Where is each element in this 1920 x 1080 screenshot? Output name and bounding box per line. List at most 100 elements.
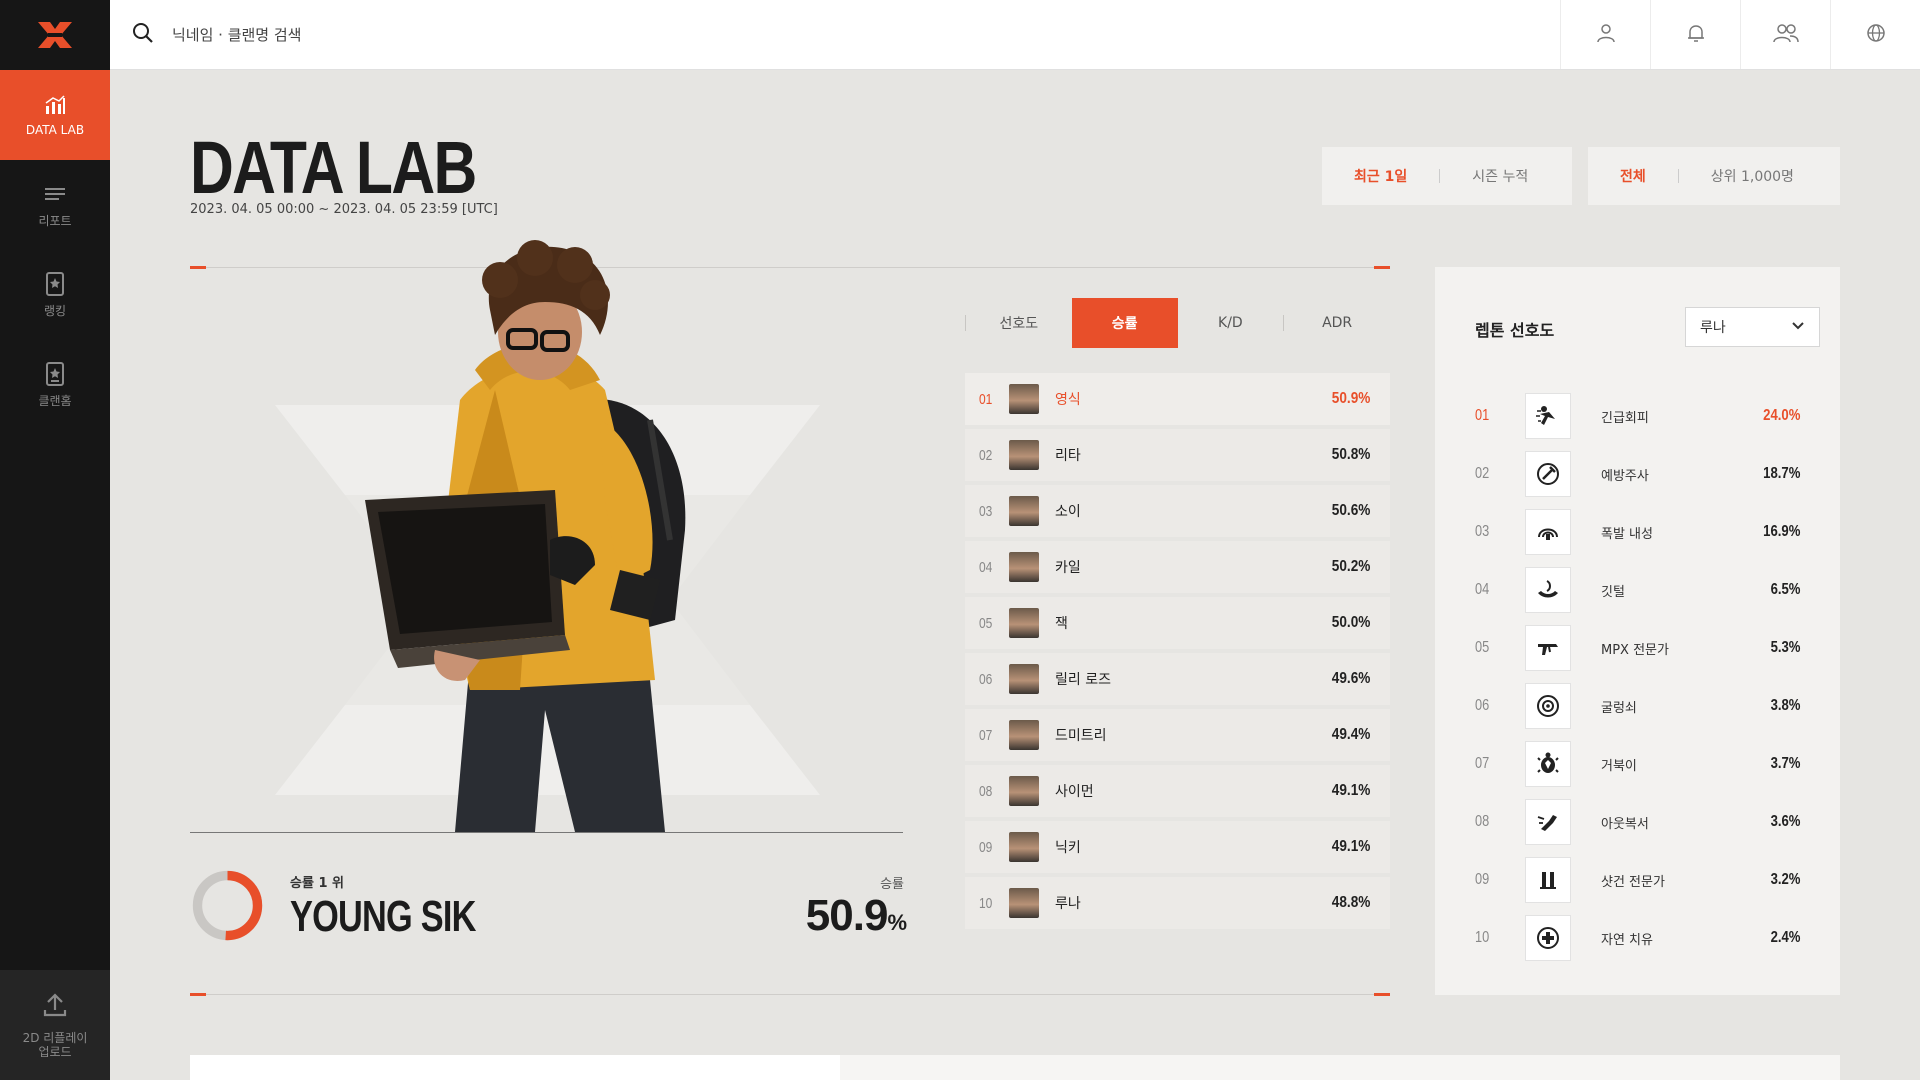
sidebar-item-datalab[interactable]: DATA LAB xyxy=(0,70,110,160)
filter-top-1000[interactable]: 상위 1,000명 xyxy=(1679,166,1826,186)
perk-value: 3.6% xyxy=(1770,813,1800,830)
list-item[interactable]: 07 드미트리 49.4% xyxy=(965,709,1390,761)
character-name: 루나 xyxy=(1055,896,1081,912)
notifications-button[interactable] xyxy=(1650,0,1740,69)
tab-preference[interactable]: 선호도 xyxy=(966,298,1072,348)
list-item[interactable]: 03 폭발 내성 16.9% xyxy=(1475,503,1800,561)
list-item[interactable]: 05 잭 50.0% xyxy=(965,597,1390,649)
list-item[interactable]: 06 릴리 로즈 49.6% xyxy=(965,653,1390,705)
list-item[interactable]: 04 카일 50.2% xyxy=(965,541,1390,593)
brand-logo[interactable] xyxy=(0,0,110,70)
page-title: DATA LAB xyxy=(190,126,477,209)
avatar xyxy=(1009,552,1039,582)
avatar xyxy=(1009,496,1039,526)
rank-number: 01 xyxy=(1475,407,1490,424)
list-item[interactable]: 04 깃털 6.5% xyxy=(1475,561,1800,619)
sidebar-item-label: DATA LAB xyxy=(25,123,85,137)
rank-number: 10 xyxy=(979,894,993,912)
rank-value: 50.9% xyxy=(1331,390,1370,407)
top-bar xyxy=(110,0,1920,70)
character-name: 사이먼 xyxy=(1055,784,1094,800)
filter-all[interactable]: 전체 xyxy=(1588,166,1678,186)
avatar xyxy=(1009,832,1039,862)
heal-icon xyxy=(1525,915,1571,961)
character-name: 영식 xyxy=(1055,392,1081,408)
character-name: 닉키 xyxy=(1055,840,1081,856)
list-item[interactable]: 08 사이먼 49.1% xyxy=(965,765,1390,817)
ranking-icon xyxy=(43,271,67,296)
list-item[interactable]: 09 샷건 전문가 3.2% xyxy=(1475,851,1800,909)
rank-value: 49.4% xyxy=(1331,726,1370,743)
avatar xyxy=(1009,608,1039,638)
rank-number: 02 xyxy=(979,446,993,464)
date-range: 2023. 04. 05 00:00 ~ 2023. 04. 05 23:59 … xyxy=(190,202,498,217)
rank-number: 08 xyxy=(1475,813,1490,830)
hero-baseline xyxy=(190,832,903,833)
avatar xyxy=(1009,664,1039,694)
list-item[interactable]: 03 소이 50.6% xyxy=(965,485,1390,537)
character-illustration xyxy=(365,240,686,832)
avatar xyxy=(1009,384,1039,414)
search-input[interactable] xyxy=(172,25,572,44)
stat-tabs: 선호도 승률 K/D ADR xyxy=(965,298,1390,348)
corner-mark xyxy=(1374,266,1390,269)
sidebar-item-report[interactable]: 리포트 xyxy=(0,160,110,250)
perk-name: 긴급회피 xyxy=(1601,410,1649,426)
sidebar: DATA LAB 리포트 랭킹 클랜홈 2D 리플레이 업로드 xyxy=(0,0,110,1080)
list-item[interactable]: 05 MPX 전문가 5.3% xyxy=(1475,619,1800,677)
profile-button[interactable] xyxy=(1560,0,1650,69)
vaccine-icon xyxy=(1525,451,1571,497)
clan-icon xyxy=(43,361,67,386)
sidebar-item-label: 클랜홈 xyxy=(38,393,72,408)
filter-season-total[interactable]: 시즌 누적 xyxy=(1440,166,1560,186)
sidebar-item-label: 랭킹 xyxy=(43,303,67,318)
list-item[interactable]: 06 굴렁쇠 3.8% xyxy=(1475,677,1800,735)
perk-value: 24.0% xyxy=(1762,407,1800,424)
character-ranking-list: 01 영식 50.9% 02 리타 50.8% 03 소이 50.6% 04 카… xyxy=(965,373,1390,933)
next-section-card xyxy=(190,1055,1840,1080)
perk-value: 3.8% xyxy=(1770,697,1800,714)
replay-upload-button[interactable]: 2D 리플레이 업로드 xyxy=(0,970,110,1080)
avatar xyxy=(1009,776,1039,806)
avatar xyxy=(1009,720,1039,750)
sidebar-item-ranking[interactable]: 랭킹 xyxy=(0,250,110,340)
rank-value: 50.2% xyxy=(1331,558,1370,575)
rank-number: 10 xyxy=(1475,929,1490,946)
tab-adr[interactable]: ADR xyxy=(1284,298,1390,348)
perk-value: 3.2% xyxy=(1770,871,1800,888)
avatar xyxy=(1009,888,1039,918)
perk-name: 자연 치유 xyxy=(1601,932,1653,948)
win-rate-value: 50.9% xyxy=(800,891,907,941)
list-item[interactable]: 01 긴급회피 24.0% xyxy=(1475,387,1800,445)
perk-preference-panel: 렙톤 선호도 루나 01 긴급회피 24.0% 02 예방주사 18.7% 03… xyxy=(1435,267,1840,995)
list-item[interactable]: 08 아웃복서 3.6% xyxy=(1475,793,1800,851)
chevron-down-icon xyxy=(1791,319,1805,335)
rank-number: 03 xyxy=(979,502,993,520)
corner-mark xyxy=(190,266,206,269)
upload-label-line1: 2D 리플레이 xyxy=(22,1030,88,1045)
list-item[interactable]: 02 예방주사 18.7% xyxy=(1475,445,1800,503)
win-rate-unit: % xyxy=(887,910,907,935)
filter-recent-1day[interactable]: 최근 1일 xyxy=(1322,166,1439,186)
tab-kd[interactable]: K/D xyxy=(1178,298,1284,348)
friends-button[interactable] xyxy=(1740,0,1830,69)
list-item[interactable]: 07 거북이 3.7% xyxy=(1475,735,1800,793)
list-item[interactable]: 02 리타 50.8% xyxy=(965,429,1390,481)
list-item[interactable]: 10 자연 치유 2.4% xyxy=(1475,909,1800,967)
tab-win-rate[interactable]: 승률 xyxy=(1071,298,1178,348)
character-name: 리타 xyxy=(1055,448,1081,464)
win-rate-label: 승률 xyxy=(880,877,904,892)
dodge-icon xyxy=(1525,393,1571,439)
search-icon[interactable] xyxy=(132,22,154,48)
character-name: 릴리 로즈 xyxy=(1055,672,1111,688)
search-bar xyxy=(110,22,1560,48)
perk-value: 5.3% xyxy=(1770,639,1800,656)
perk-value: 18.7% xyxy=(1762,465,1800,482)
list-item[interactable]: 09 닉키 49.1% xyxy=(965,821,1390,873)
list-item[interactable]: 01 영식 50.9% xyxy=(965,373,1390,425)
language-button[interactable] xyxy=(1830,0,1920,69)
sidebar-item-clan[interactable]: 클랜홈 xyxy=(0,340,110,430)
avatar xyxy=(1009,440,1039,470)
character-select[interactable]: 루나 xyxy=(1685,307,1820,347)
list-item[interactable]: 10 루나 48.8% xyxy=(965,877,1390,929)
